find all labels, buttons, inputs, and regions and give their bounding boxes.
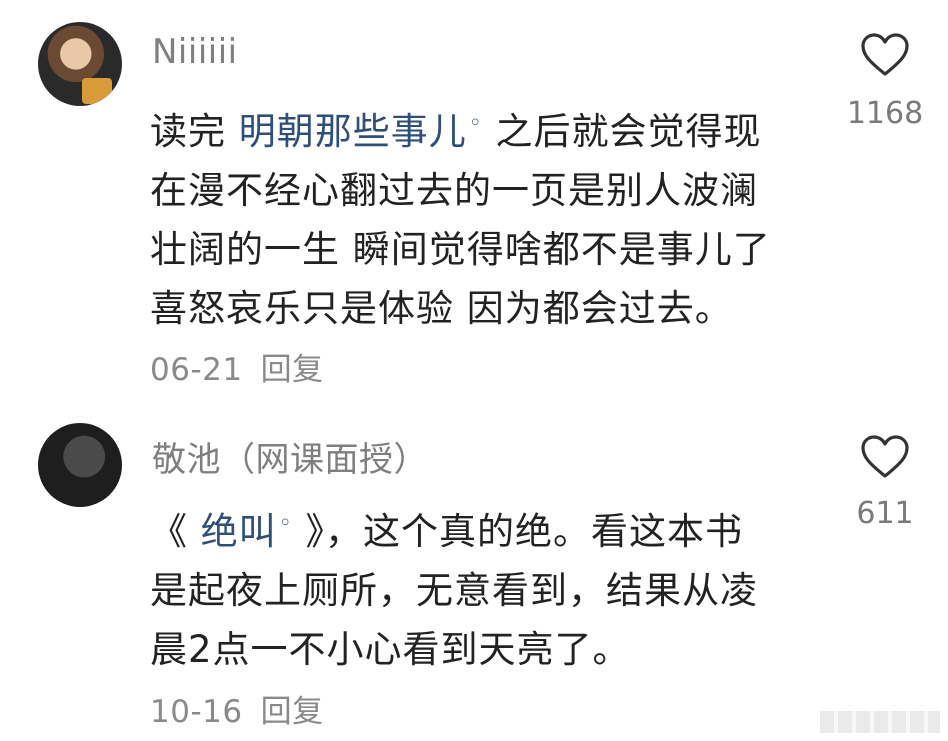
like-count: 1168 — [846, 96, 924, 131]
heart-outline-icon[interactable] — [860, 32, 910, 78]
topic-link-label: 绝叫 — [200, 510, 277, 553]
comment-line: 读完 明朝那些事儿◦ 之后就会觉得现 — [150, 94, 810, 161]
comment-text: 《 绝叫◦ 》，这个真的绝。看这本书 是起夜上厕所，无意看到，结果从凌 晨2点一… — [150, 494, 810, 679]
comment-line: 晨2点一不小心看到天亮了。 — [150, 628, 631, 671]
comment-meta: 06-21 回复 — [150, 344, 324, 389]
avatar[interactable] — [38, 22, 122, 106]
comment-line: 《 绝叫◦ 》，这个真的绝。看这本书 — [150, 494, 810, 561]
comment-line: 在漫不经心翻过去的一页是别人波澜 — [150, 169, 758, 212]
comment-text-segment: 读完 — [150, 110, 239, 153]
like-count: 611 — [856, 496, 914, 531]
search-link-icon: ◦ — [278, 511, 293, 536]
reply-button[interactable]: 回复 — [261, 694, 324, 730]
comment-date: 06-21 — [150, 352, 243, 388]
comment-line: 喜怒哀乐只是体验 因为都会过去。 — [150, 287, 733, 330]
comment-line: 壮阔的一生 瞬间觉得啥都不是事儿了 — [150, 228, 771, 271]
comment-text: 读完 明朝那些事儿◦ 之后就会觉得现 在漫不经心翻过去的一页是别人波澜 壮阔的一… — [150, 94, 810, 338]
topic-link[interactable]: 绝叫◦ — [201, 510, 293, 553]
comment-text-segment: 之后就会觉得现 — [495, 110, 762, 153]
comment-date: 10-16 — [150, 694, 243, 730]
search-link-icon: ◦ — [468, 111, 483, 136]
topic-link[interactable]: 明朝那些事儿◦ — [239, 110, 483, 153]
comment-text-segment: 》，这个真的绝。看这本书 — [292, 510, 744, 553]
comment-meta: 10-16 回复 — [150, 686, 324, 731]
reply-button[interactable]: 回复 — [261, 352, 324, 388]
avatar[interactable] — [38, 423, 122, 507]
comment-text-segment: 《 — [150, 510, 201, 553]
heart-outline-icon[interactable] — [860, 434, 910, 480]
topic-link-label: 明朝那些事儿 — [238, 110, 467, 153]
watermark — [820, 711, 940, 733]
username[interactable]: 敬池（网课面授） — [152, 432, 428, 481]
comment-line: 是起夜上厕所，无意看到，结果从凌 — [150, 569, 758, 612]
username[interactable]: Niiiiii — [152, 32, 238, 72]
avatar-image-detail — [82, 78, 112, 104]
